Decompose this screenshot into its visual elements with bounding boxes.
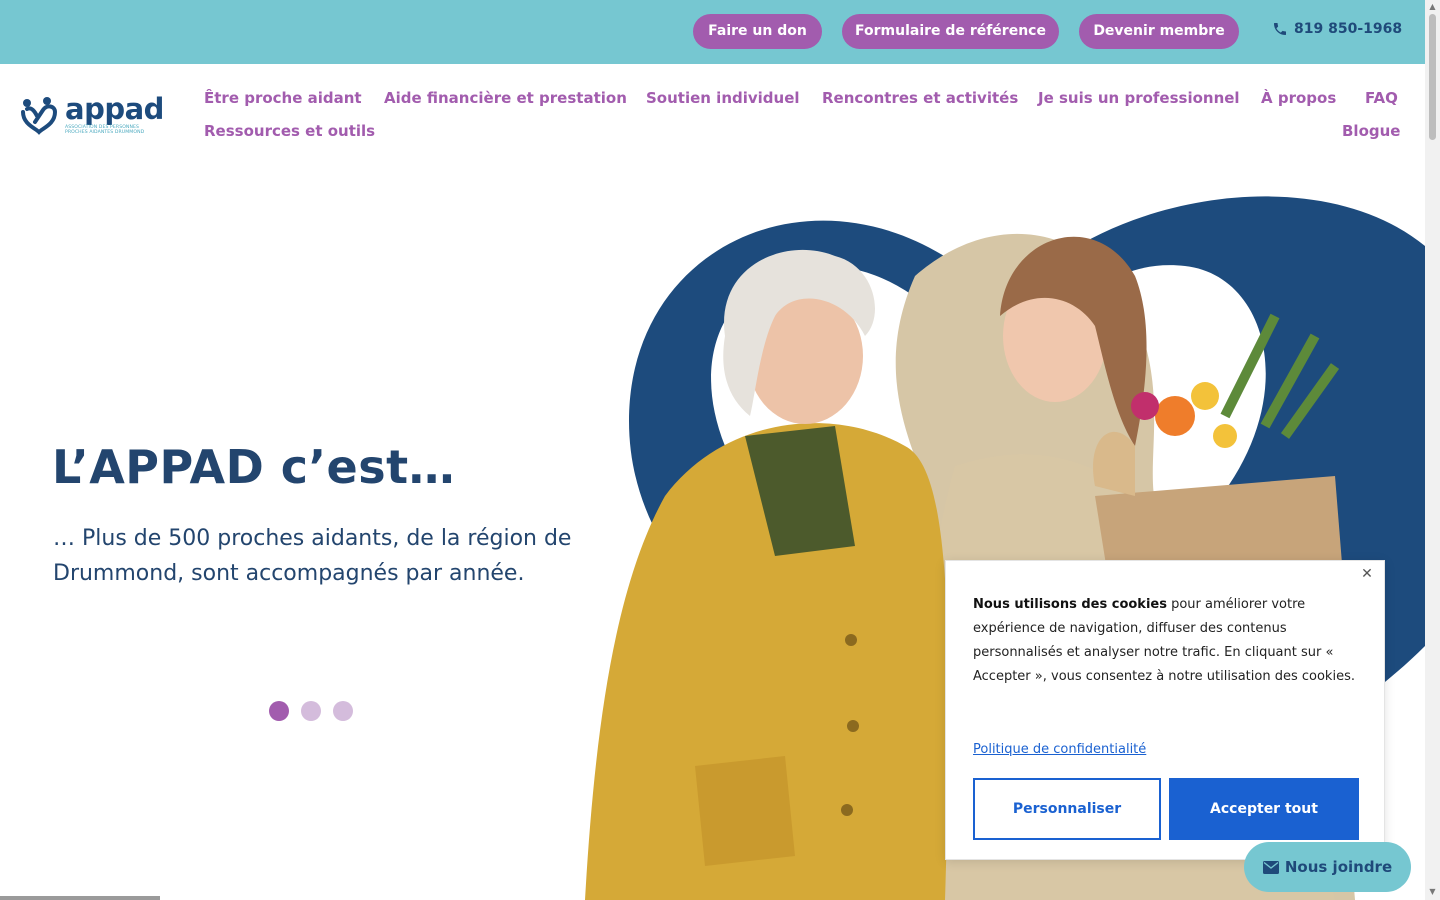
appad-logo[interactable]: appad ASSOCIATION DES PERSONNES PROCHES … (19, 94, 171, 140)
cookie-message: Nous utilisons des cookies pour améliore… (973, 593, 1361, 689)
privacy-policy-link[interactable]: Politique de confidentialité (973, 738, 1146, 762)
phone-number: 819 850-1968 (1294, 21, 1403, 37)
referral-form-button[interactable]: Formulaire de référence (842, 14, 1059, 49)
logo-wordmark: appad (65, 92, 164, 126)
logo-subtitle: ASSOCIATION DES PERSONNES PROCHES AIDANT… (65, 125, 145, 135)
slider-dot-1[interactable] (269, 701, 289, 721)
nav-item-professionnel[interactable]: Je suis un professionnel (1038, 88, 1240, 108)
top-bar: Faire un don Formulaire de référence Dev… (0, 0, 1425, 64)
nav-item-soutien-individuel[interactable]: Soutien individuel (646, 88, 800, 108)
nav-item-blogue[interactable]: Blogue (1342, 121, 1400, 141)
next-section-image (0, 896, 160, 900)
donate-button[interactable]: Faire un don (693, 14, 822, 49)
slider-dot-3[interactable] (333, 701, 353, 721)
nav-item-ressources[interactable]: Ressources et outils (204, 121, 375, 141)
nav-item-rencontres[interactable]: Rencontres et activités (822, 88, 1018, 108)
accept-all-cookies-button[interactable]: Accepter tout (1169, 778, 1359, 840)
nav-item-faq[interactable]: FAQ (1365, 88, 1398, 108)
scroll-up-icon[interactable]: ▲ (1428, 2, 1437, 11)
phone-icon (1274, 23, 1286, 35)
nav-item-aide-financiere[interactable]: Aide financière et prestation (384, 88, 627, 108)
envelope-icon (1262, 860, 1279, 874)
slider-dot-2[interactable] (301, 701, 321, 721)
heart-people-logo-icon (21, 97, 58, 135)
customize-cookies-button[interactable]: Personnaliser (973, 778, 1161, 840)
nav-item-etre-proche-aidant[interactable]: Être proche aidant (204, 88, 362, 108)
logo-text: appad ASSOCIATION DES PERSONNES PROCHES … (65, 94, 164, 135)
hero-text: … Plus de 500 proches aidants, de la rég… (53, 526, 572, 586)
hero-title: L’APPAD c’est… (52, 440, 456, 494)
scroll-thumb[interactable] (1429, 14, 1436, 140)
become-member-button[interactable]: Devenir membre (1079, 14, 1239, 49)
scrollbar[interactable]: ▲ ▼ (1425, 0, 1440, 900)
cookie-banner: ✕ Nous utilisons des cookies pour amélio… (945, 560, 1385, 860)
phone-link[interactable]: 819 850-1968 (1272, 18, 1402, 40)
nav-item-a-propos[interactable]: À propos (1261, 88, 1336, 108)
scroll-down-icon[interactable]: ▼ (1428, 887, 1437, 896)
contact-label: Nous joindre (1284, 858, 1393, 876)
cookie-message-bold: Nous utilisons des cookies (973, 597, 1167, 612)
close-icon[interactable]: ✕ (1358, 565, 1376, 583)
contact-button[interactable]: Nous joindre (1244, 842, 1411, 892)
